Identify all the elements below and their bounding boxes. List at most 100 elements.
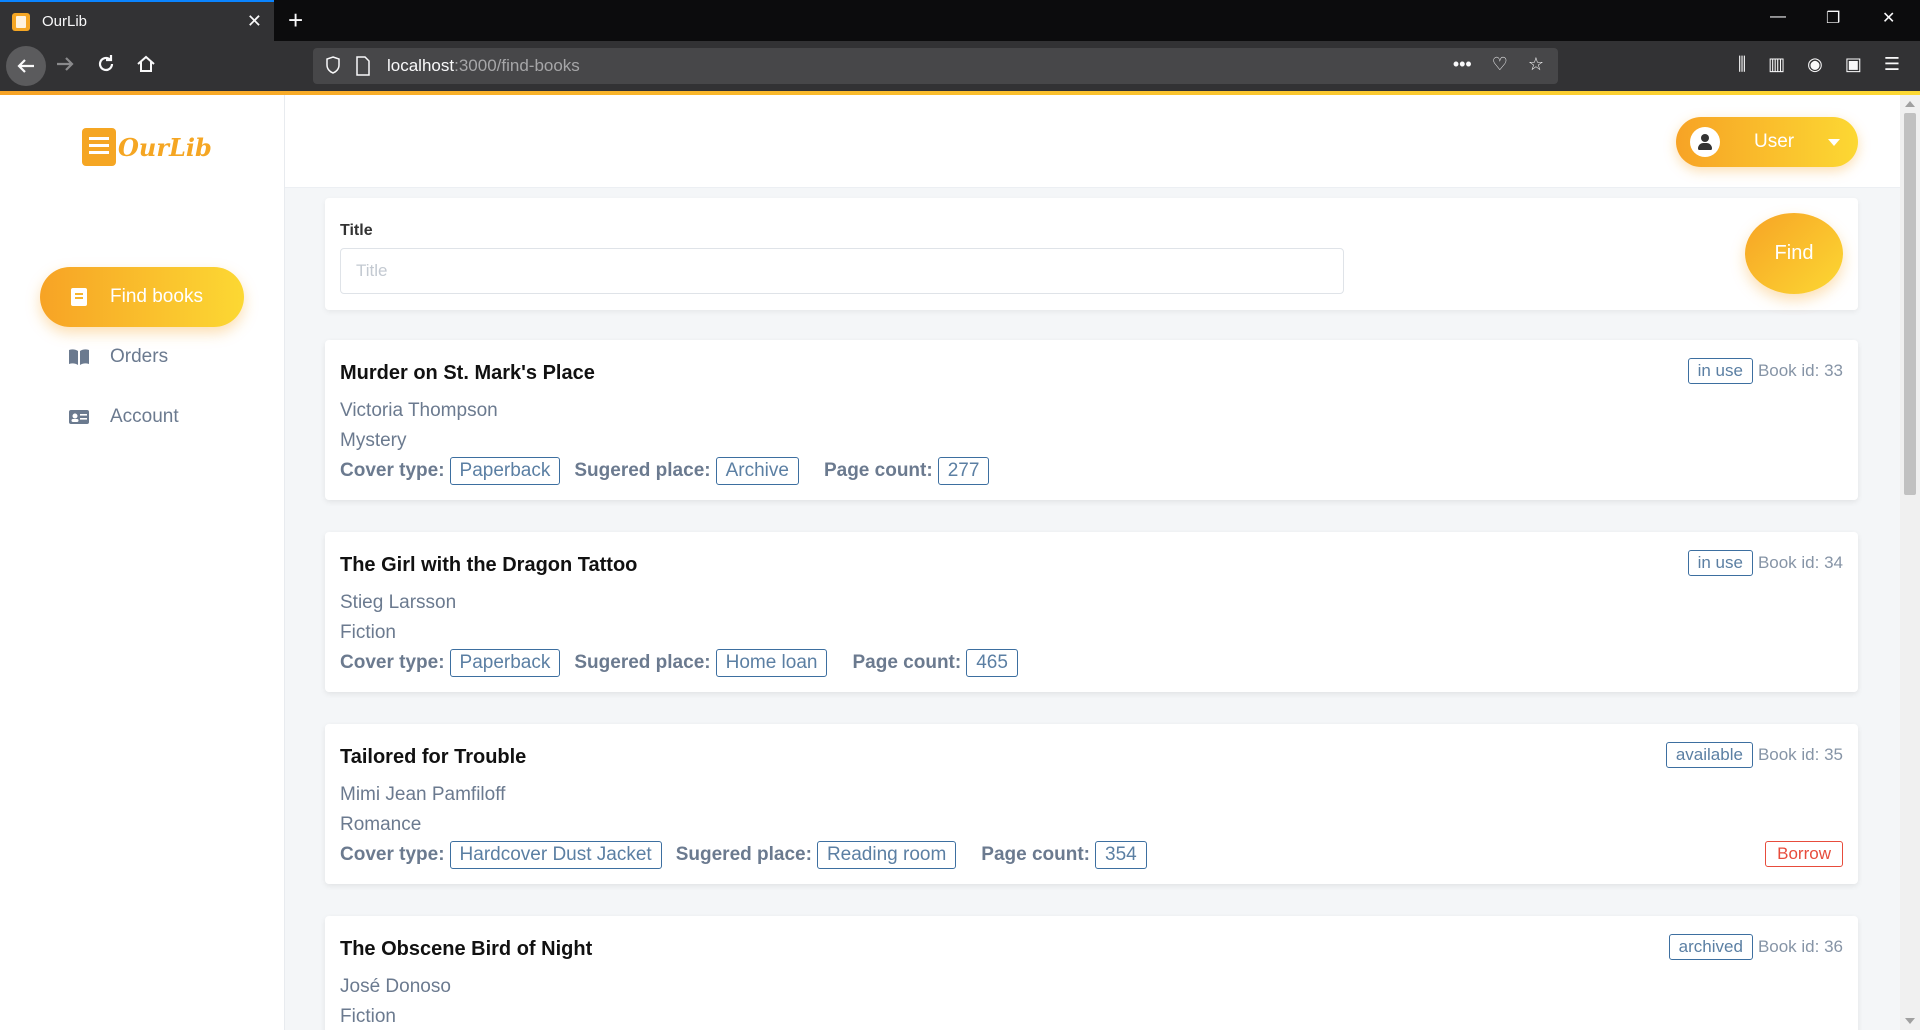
search-card: Title Find — [325, 198, 1858, 310]
home-icon[interactable] — [135, 53, 157, 75]
new-tab-icon[interactable]: + — [288, 6, 303, 34]
sugered-place-tag: Reading room — [816, 841, 957, 869]
sugered-place-tag: Archive — [715, 457, 799, 485]
book-title: Murder on St. Mark's Place — [340, 362, 595, 384]
cover-type-label: Cover type: — [340, 460, 445, 481]
scroll-up-arrow-icon[interactable] — [1905, 101, 1915, 107]
sugered-place-label: Sugered place: — [574, 460, 711, 481]
ourlib-favicon-icon — [12, 12, 30, 31]
book-genre: Fiction — [340, 1006, 396, 1027]
close-tab-icon[interactable]: ✕ — [247, 12, 262, 30]
book-meta: Cover type: Hardcover Dust Jacket Sugere… — [340, 841, 1147, 869]
sidebar-item-account[interactable]: Account — [40, 387, 244, 447]
status-badge: in use — [1687, 550, 1753, 576]
cover-type-label: Cover type: — [340, 652, 445, 673]
book-id: Book id: 33 — [1757, 361, 1843, 380]
browser-tabbar: OurLib ✕ + — ❐ ✕ — [0, 0, 1920, 41]
pocket-icon[interactable]: ♡ — [1492, 54, 1508, 75]
book-title: The Girl with the Dragon Tattoo — [340, 554, 638, 576]
browser-navbar: localhost:3000/find-books ••• ♡ ☆ ⫼ ▥ ◉ … — [0, 41, 1920, 91]
book-author: Stieg Larsson — [340, 592, 457, 613]
restore-icon[interactable]: ❐ — [1826, 8, 1840, 28]
sidebar-item-label: Orders — [110, 346, 169, 367]
scrollbar-thumb[interactable] — [1904, 113, 1916, 495]
user-avatar-icon — [1690, 127, 1720, 157]
page-count-label: Page count: — [981, 844, 1091, 865]
title-search-input[interactable] — [340, 248, 1344, 294]
book-id: Book id: 36 — [1757, 937, 1843, 956]
book-genre: Mystery — [340, 430, 407, 451]
title-field-label: Title — [340, 222, 373, 239]
extension-icon[interactable]: ▣ — [1845, 54, 1862, 75]
close-window-icon[interactable]: ✕ — [1882, 8, 1895, 28]
book-title: The Obscene Bird of Night — [340, 938, 593, 960]
book-meta: Cover type: Paperback Sugered place: Hom… — [340, 649, 1018, 677]
logo-text: OurLib — [118, 132, 212, 162]
sidebar: OurLib Find books Orders Account — [0, 95, 285, 1030]
caret-down-icon — [1828, 139, 1840, 146]
book-genre: Romance — [340, 814, 422, 835]
book-genre: Fiction — [340, 622, 396, 643]
account-icon[interactable]: ◉ — [1807, 54, 1823, 75]
scroll-down-arrow-icon[interactable] — [1905, 1018, 1915, 1024]
cover-type-tag: Paperback — [449, 457, 561, 485]
cover-type-tag: Hardcover Dust Jacket — [449, 841, 662, 869]
book-card: Murder on St. Mark's Place Victoria Thom… — [325, 340, 1858, 500]
book-author: José Donoso — [340, 976, 451, 997]
user-menu-button[interactable]: User — [1676, 117, 1858, 167]
book-icon — [71, 288, 87, 306]
find-button[interactable]: Find — [1745, 213, 1843, 294]
menu-icon[interactable]: ☰ — [1884, 54, 1900, 75]
sugered-place-label: Sugered place: — [574, 652, 711, 673]
sidebar-item-orders[interactable]: Orders — [40, 327, 244, 387]
page-count-label: Page count: — [823, 460, 933, 481]
status-badge: available — [1665, 742, 1753, 768]
sidebar-item-find-books[interactable]: Find books — [40, 267, 244, 327]
book-status-area: available Book id: 35 — [1665, 742, 1843, 768]
page-count-label: Page count: — [852, 652, 962, 673]
book-author: Victoria Thompson — [340, 400, 498, 421]
sugered-place-tag: Home loan — [715, 649, 828, 677]
shield-icon[interactable] — [325, 56, 341, 74]
app-root: OurLib Find books Orders Account User Ti… — [0, 95, 1900, 1030]
page-count-tag: 354 — [1095, 841, 1147, 869]
borrow-button[interactable]: Borrow — [1765, 841, 1843, 867]
id-card-icon — [69, 410, 89, 424]
url-text[interactable]: localhost:3000/find-books — [387, 56, 580, 76]
book-status-area: archived Book id: 36 — [1668, 934, 1843, 960]
cover-type-tag: Paperback — [449, 649, 561, 677]
status-badge: in use — [1687, 358, 1753, 384]
page-count-tag: 465 — [966, 649, 1018, 677]
more-actions-icon[interactable]: ••• — [1453, 54, 1472, 75]
book-id: Book id: 35 — [1757, 745, 1843, 764]
url-bar[interactable]: localhost:3000/find-books ••• ♡ ☆ — [313, 48, 1558, 84]
url-host: localhost — [387, 56, 455, 75]
book-id: Book id: 34 — [1757, 553, 1843, 572]
browser-tab[interactable]: OurLib ✕ — [0, 0, 274, 41]
back-button[interactable] — [6, 46, 46, 86]
sidebar-toggle-icon[interactable]: ▥ — [1768, 54, 1785, 75]
book-card: The Girl with the Dragon Tattoo Stieg La… — [325, 532, 1858, 692]
book-author: Mimi Jean Pamfiloff — [340, 784, 506, 805]
forward-arrow-icon[interactable] — [54, 53, 76, 75]
book-title: Tailored for Trouble — [340, 746, 527, 768]
tab-title: OurLib — [42, 13, 88, 30]
back-arrow-icon — [17, 59, 34, 73]
book-status-area: in use Book id: 34 — [1687, 550, 1843, 576]
minimize-icon[interactable]: — — [1770, 8, 1786, 26]
open-book-icon — [69, 349, 89, 365]
logo[interactable]: OurLib — [82, 128, 212, 166]
book-card: Tailored for Trouble Mimi Jean Pamfiloff… — [325, 724, 1858, 884]
sugered-place-label: Sugered place: — [675, 844, 812, 865]
book-status-area: in use Book id: 33 — [1687, 358, 1843, 384]
library-icon[interactable]: ⫼ — [1738, 54, 1746, 75]
logo-book-icon — [82, 128, 116, 166]
page-icon — [356, 56, 370, 76]
status-badge: archived — [1668, 934, 1753, 960]
sidebar-item-label: Find books — [110, 286, 203, 307]
bookmark-star-icon[interactable]: ☆ — [1528, 54, 1544, 75]
book-card: The Obscene Bird of Night José Donoso Fi… — [325, 916, 1858, 1030]
reload-icon[interactable] — [95, 53, 117, 75]
page-scrollbar[interactable] — [1900, 95, 1920, 1030]
sidebar-item-label: Account — [110, 406, 179, 427]
